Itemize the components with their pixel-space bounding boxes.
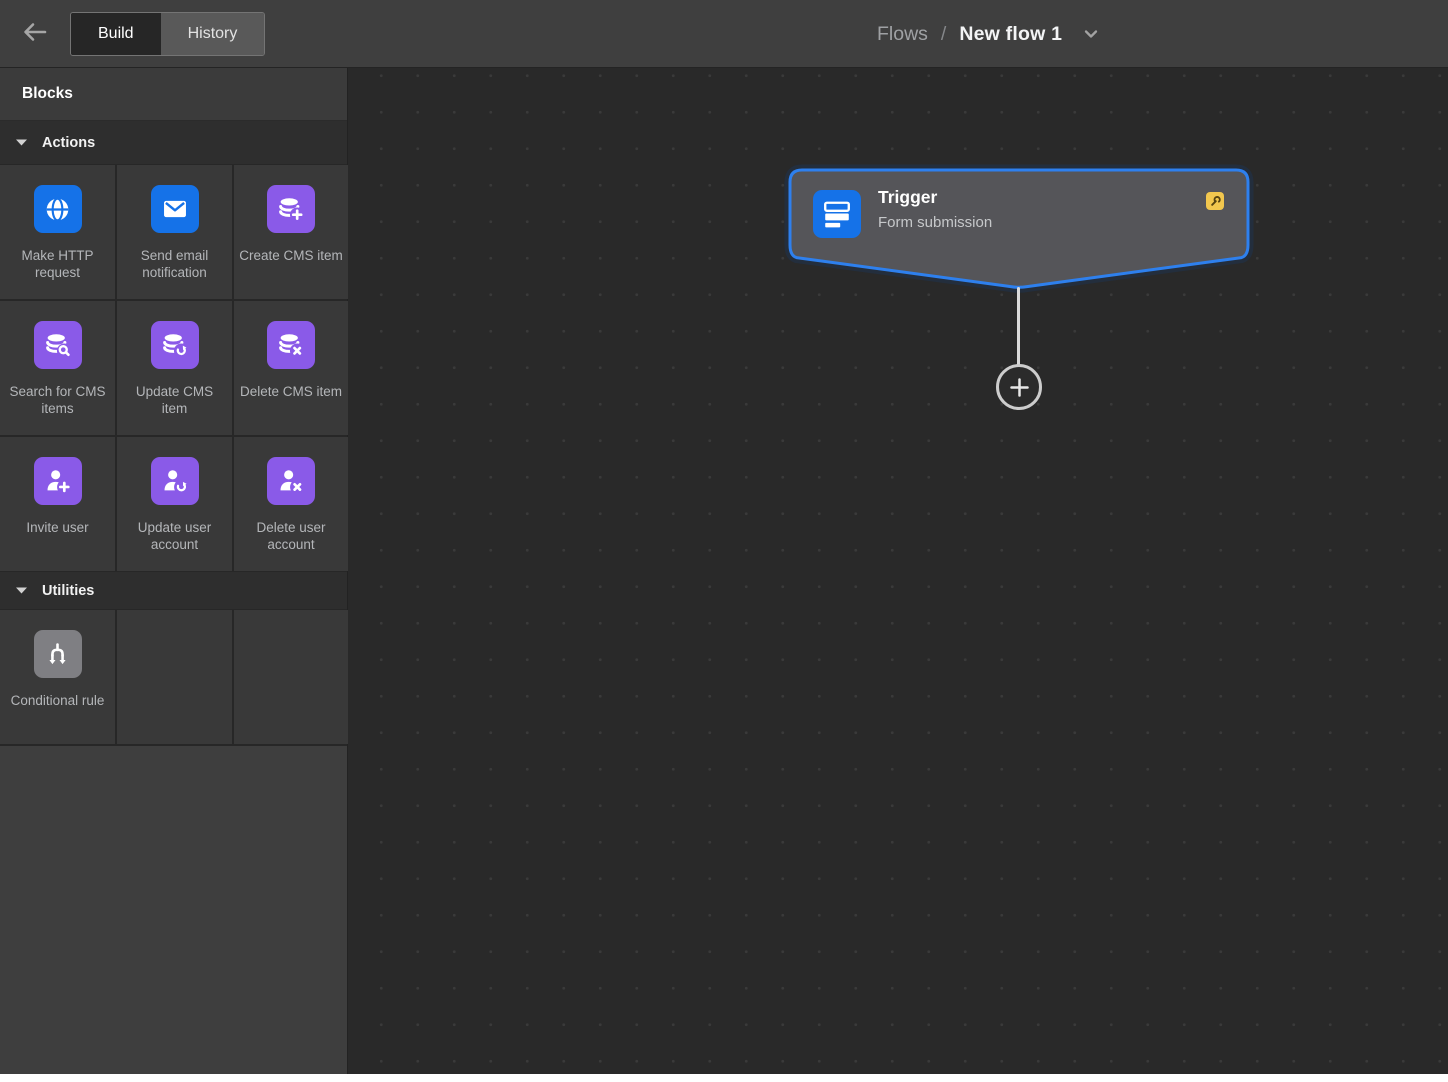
caret-down-icon [16,587,27,594]
block-make-http-request[interactable]: Make HTTP request [0,165,115,299]
block-conditional-rule[interactable]: Conditional rule [0,610,115,744]
database-plus-icon [267,185,315,233]
branch-icon [34,630,82,678]
section-utilities-label: Utilities [42,583,94,599]
view-tab-group: Build History [70,12,265,56]
database-search-icon [34,321,82,369]
blocks-panel: Blocks Actions Make HT [0,68,348,1074]
block-delete-user-account[interactable]: Delete user account [234,437,348,571]
trigger-title: Trigger [878,187,992,208]
user-refresh-icon [151,457,199,505]
section-actions-label: Actions [42,135,95,151]
block-label: Search for CMS items [5,384,111,417]
block-create-cms-item[interactable]: Create CMS item [234,165,348,299]
globe-icon [34,185,82,233]
breadcrumb: Flows / New flow 1 [877,0,1101,68]
block-label: Send email notification [122,248,228,281]
connector-line [1017,287,1020,366]
empty-cell [117,610,232,744]
block-invite-user[interactable]: Invite user [0,437,115,571]
block-label: Update user account [122,520,228,553]
block-label: Delete CMS item [240,384,342,401]
block-label: Make HTTP request [5,248,111,281]
user-plus-icon [34,457,82,505]
trigger-node[interactable]: Trigger Form submission [786,166,1252,298]
blocks-panel-title: Blocks [0,68,347,121]
arrow-left-icon [21,18,49,51]
wrench-icon [1209,195,1222,208]
envelope-icon [151,185,199,233]
flow-name[interactable]: New flow 1 [959,23,1062,46]
top-bar: Build History Flows / New flow 1 [0,0,1448,68]
flow-canvas[interactable]: Trigger Form submission [349,68,1448,1074]
sidebar-empty-area [0,746,347,1074]
block-search-cms-items[interactable]: Search for CMS items [0,301,115,435]
trigger-node-text: Trigger Form submission [878,187,992,231]
trigger-subtitle: Form submission [878,214,992,231]
breadcrumb-flows[interactable]: Flows [877,23,928,46]
utilities-grid: Conditional rule [0,610,347,746]
block-send-email-notification[interactable]: Send email notification [117,165,232,299]
form-icon [813,190,861,238]
block-label: Update CMS item [122,384,228,417]
actions-grid: Make HTTP request Send email notificatio… [0,165,347,571]
database-x-icon [267,321,315,369]
block-label: Create CMS item [239,248,343,265]
block-update-cms-item[interactable]: Update CMS item [117,301,232,435]
bottom-strip [0,1074,1448,1082]
section-utilities[interactable]: Utilities [0,571,347,610]
flow-builder-app: Build History Flows / New flow 1 Blocks … [0,0,1448,1082]
block-label: Conditional rule [11,693,105,710]
block-label: Delete user account [238,520,344,553]
block-update-user-account[interactable]: Update user account [117,437,232,571]
block-label: Invite user [26,520,88,537]
empty-cell [234,610,348,744]
caret-down-icon [16,139,27,146]
add-step-button[interactable] [996,364,1042,410]
section-actions[interactable]: Actions [0,121,347,165]
flow-menu-button[interactable] [1081,24,1101,44]
block-delete-cms-item[interactable]: Delete CMS item [234,301,348,435]
tab-build[interactable]: Build [71,13,161,55]
wrench-badge[interactable] [1206,192,1224,210]
back-button[interactable] [16,16,54,52]
plus-icon [1009,377,1030,398]
breadcrumb-separator: / [941,23,946,46]
chevron-down-icon [1081,24,1101,44]
database-refresh-icon [151,321,199,369]
user-x-icon [267,457,315,505]
tab-history[interactable]: History [161,13,265,55]
